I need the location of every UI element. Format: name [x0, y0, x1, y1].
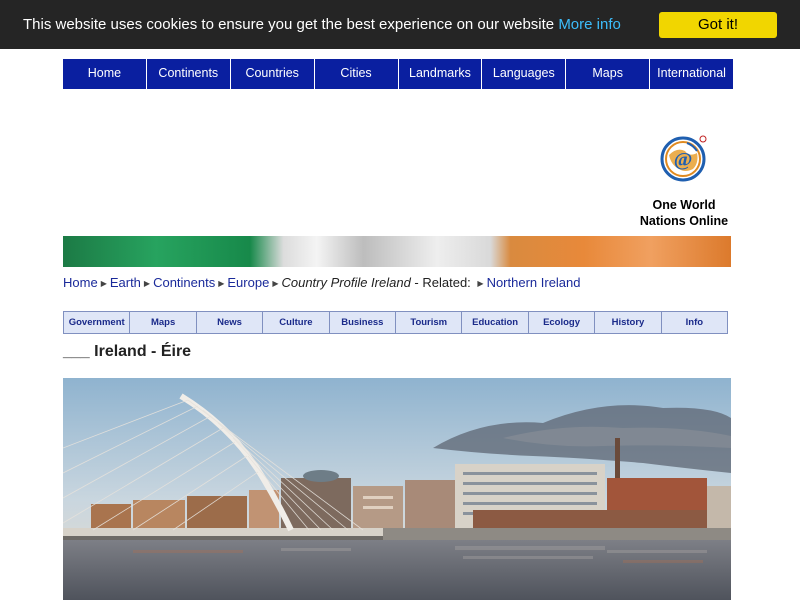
subnav-history[interactable]: History [595, 312, 662, 333]
subnav-culture[interactable]: Culture [263, 312, 330, 333]
flag-banner [63, 236, 731, 267]
subnav-business[interactable]: Business [330, 312, 397, 333]
subnav-info[interactable]: Info [662, 312, 727, 333]
breadcrumb-home[interactable]: Home [63, 275, 98, 290]
triangle-right-icon: ▶ [218, 279, 225, 288]
nav-item-international[interactable]: International [650, 59, 733, 89]
triangle-right-icon: ▶ [143, 279, 151, 288]
hero-photo [63, 378, 731, 600]
subnav-news[interactable]: News [197, 312, 264, 333]
nav-item-maps[interactable]: Maps [566, 59, 651, 89]
globe-logo-icon: @ [660, 135, 707, 182]
breadcrumb: Home ▶ Earth ▶ Continents ▶ Europe ▶ Country Pro… [63, 275, 581, 290]
nav-item-continents[interactable]: Continents [147, 59, 231, 89]
nav-item-cities[interactable]: Cities [315, 59, 399, 89]
page-title: ___ Ireland - Éire [63, 343, 192, 360]
cookie-message-text: This website uses cookies to ensure you … [23, 16, 555, 33]
subnav-ecology[interactable]: Ecology [529, 312, 596, 333]
nav-item-landmarks[interactable]: Landmarks [399, 59, 483, 89]
svg-text:@: @ [674, 149, 693, 171]
cookie-message: This website uses cookies to ensure you … [23, 16, 621, 33]
breadcrumb-current: Country Profile Ireland [281, 275, 411, 290]
breadcrumb-earth[interactable]: Earth [110, 275, 141, 290]
nav-item-home[interactable]: Home [63, 59, 147, 89]
brand-line-1: One World [652, 198, 716, 212]
country-subnav: Government Maps News Culture Business To… [63, 311, 728, 334]
breadcrumb-europe[interactable]: Europe [227, 275, 269, 290]
subnav-tourism[interactable]: Tourism [396, 312, 463, 333]
brand-name: One World Nations Online [634, 197, 734, 229]
subnav-education[interactable]: Education [462, 312, 529, 333]
cookie-accept-button[interactable]: Got it! [659, 12, 777, 38]
dublin-bridge-photo [63, 378, 731, 600]
breadcrumb-related-northern-ireland[interactable]: Northern Ireland [487, 275, 581, 290]
cookie-more-info-link[interactable]: More info [558, 16, 621, 33]
subnav-maps[interactable]: Maps [130, 312, 197, 333]
nav-item-countries[interactable]: Countries [231, 59, 315, 89]
subnav-government[interactable]: Government [64, 312, 131, 333]
site-logo[interactable]: @ [659, 133, 709, 183]
triangle-right-icon: ▶ [477, 279, 484, 288]
main-nav: Home Continents Countries Cities Landmar… [63, 59, 733, 89]
cookie-banner: This website uses cookies to ensure you … [0, 0, 800, 49]
breadcrumb-continents[interactable]: Continents [153, 275, 215, 290]
triangle-right-icon: ▶ [100, 279, 107, 288]
breadcrumb-related-label: - Related: [410, 275, 475, 290]
triangle-right-icon: ▶ [272, 279, 279, 288]
brand-line-2: Nations Online [639, 214, 729, 228]
nav-item-languages[interactable]: Languages [482, 59, 567, 89]
